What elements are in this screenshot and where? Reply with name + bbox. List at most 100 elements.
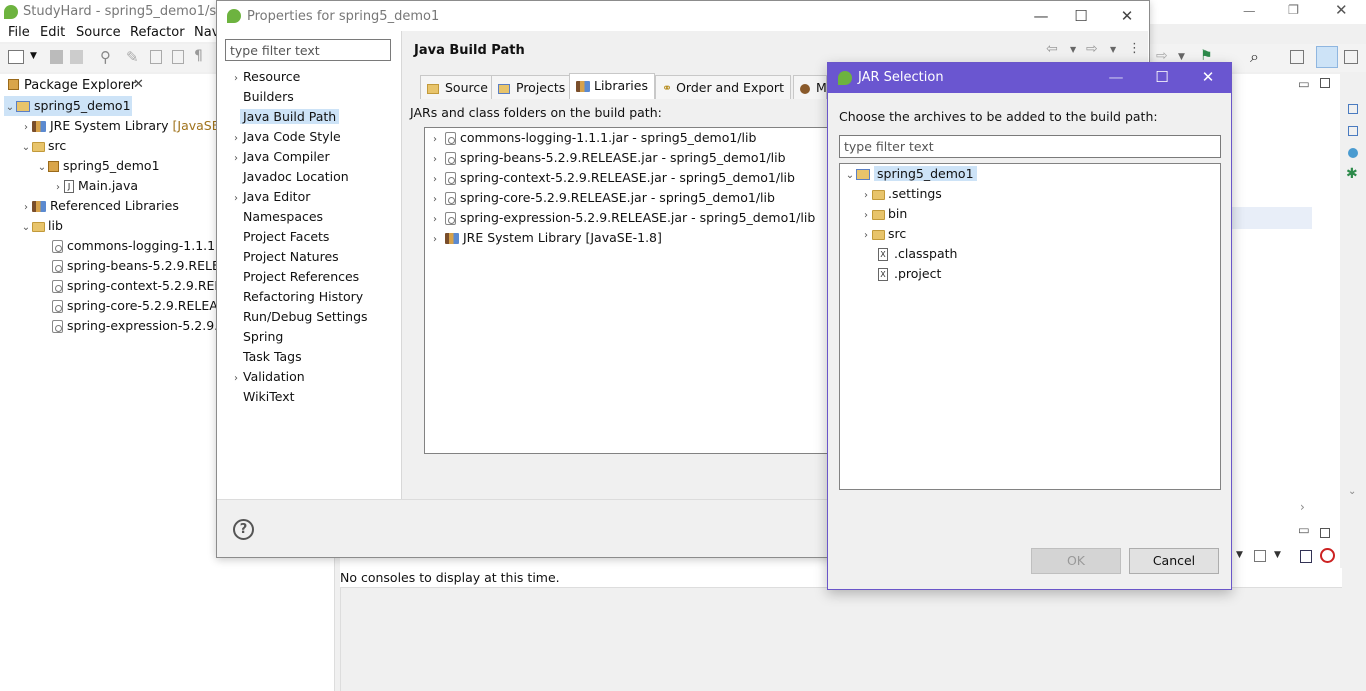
nav-item-validation[interactable]: › Validation <box>229 367 305 387</box>
maximize-view-icon[interactable] <box>1320 528 1330 538</box>
jar-tree-item-classpath[interactable]: X .classpath <box>878 244 957 264</box>
properties-icon[interactable]: ⚲ <box>100 48 111 66</box>
menu-source[interactable]: Source <box>76 25 121 40</box>
library-entry[interactable]: › spring-expression-5.2.9.RELEASE.jar - … <box>429 208 815 228</box>
save-all-icon[interactable] <box>70 50 83 64</box>
menu-edit[interactable]: Edit <box>40 25 65 40</box>
chevron-right-icon[interactable]: › <box>229 369 243 389</box>
minimize-icon[interactable]: — <box>1243 3 1256 18</box>
maximize-icon[interactable]: ☐ <box>1071 7 1091 25</box>
chevron-right-icon[interactable]: › <box>20 118 32 138</box>
nav-item-namespaces[interactable]: Namespaces <box>229 207 323 227</box>
forward-dropdown-icon[interactable]: ▼ <box>1178 52 1185 62</box>
search-icon[interactable]: ⌕ <box>1250 47 1259 67</box>
chevron-down-icon[interactable]: ⌄ <box>36 158 48 178</box>
menu-file[interactable]: File <box>8 25 30 40</box>
tree-item-src[interactable]: ⌄ src <box>20 136 66 156</box>
tree-item-jar[interactable]: commons-logging-1.1.1.j <box>52 236 223 256</box>
dropdown-icon[interactable]: ▼ <box>1274 550 1281 560</box>
nav-item-java-build-path[interactable]: Java Build Path <box>229 107 340 127</box>
minimize-view-icon[interactable]: ▭ <box>1298 76 1310 91</box>
java-perspective-icon[interactable] <box>1316 46 1338 68</box>
chevron-right-icon[interactable]: › <box>229 129 243 149</box>
new-console-icon[interactable] <box>1254 550 1266 562</box>
library-entry[interactable]: › spring-beans-5.2.9.RELEASE.jar - sprin… <box>429 148 786 168</box>
tree-item-project[interactable]: ⌄ spring5_demo1 <box>4 96 132 116</box>
more-icon[interactable]: ⋮ <box>1128 41 1141 56</box>
bug-icon[interactable]: ✱ <box>1346 166 1358 182</box>
chevron-right-icon[interactable]: › <box>429 130 441 150</box>
tree-item-package[interactable]: ⌄ spring5_demo1 <box>36 156 160 176</box>
nav-item-project-natures[interactable]: Project Natures <box>229 247 339 267</box>
nav-item-java-compiler[interactable]: › Java Compiler <box>229 147 330 167</box>
library-entry[interactable]: › JRE System Library [JavaSE-1.8] <box>429 228 662 248</box>
nav-item-java-editor[interactable]: › Java Editor <box>229 187 310 207</box>
forward-dropdown-icon[interactable]: ▼ <box>1110 45 1116 54</box>
chevron-right-icon[interactable]: › <box>860 206 872 226</box>
jar-tree-item-src[interactable]: › src <box>860 224 906 244</box>
back-dropdown-icon[interactable]: ▼ <box>1070 45 1076 54</box>
pilcrow-icon[interactable]: ¶ <box>194 48 203 64</box>
close-icon[interactable]: ✕ <box>1117 7 1137 25</box>
pen-icon[interactable]: ✎ <box>126 48 139 66</box>
tree-item-jar[interactable]: spring-beans-5.2.9.RELEA <box>52 256 228 276</box>
nav-item-project-references[interactable]: Project References <box>229 267 359 287</box>
chevron-right-icon[interactable]: › <box>229 149 243 169</box>
jar-tree-item-bin[interactable]: › bin <box>860 204 907 224</box>
nav-item-spring[interactable]: Spring <box>229 327 283 347</box>
jar-tree-item-settings[interactable]: › .settings <box>860 184 942 204</box>
minimize-icon[interactable]: — <box>1031 7 1051 25</box>
chevron-right-icon[interactable]: › <box>429 210 441 230</box>
page-icon[interactable] <box>150 50 162 64</box>
help-icon[interactable]: ? <box>233 519 254 540</box>
chevron-down-icon[interactable]: ⌄ <box>844 166 856 186</box>
properties-filter-input[interactable] <box>225 39 391 61</box>
tab-order-and-export[interactable]: ⚭ Order and Export <box>655 75 791 99</box>
scroll-right-icon[interactable]: › <box>1300 500 1305 514</box>
maximize-icon[interactable]: ☐ <box>1152 68 1172 86</box>
chevron-right-icon[interactable]: › <box>229 69 243 89</box>
new-icon[interactable] <box>8 50 24 64</box>
save-icon[interactable] <box>50 50 63 64</box>
nav-item-project-facets[interactable]: Project Facets <box>229 227 329 247</box>
tree-item-jar[interactable]: spring-core-5.2.9.RELEAS <box>52 296 226 316</box>
terminate-icon[interactable] <box>1320 548 1335 563</box>
jar-tree-item-project-file[interactable]: X .project <box>878 264 941 284</box>
menu-refactor[interactable]: Refactor <box>130 25 185 40</box>
nav-item-run-debug-settings[interactable]: Run/Debug Settings <box>229 307 368 327</box>
tree-item-jre[interactable]: › JRE System Library [JavaSE- <box>20 116 224 136</box>
chevron-right-icon[interactable]: › <box>229 189 243 209</box>
forward-icon[interactable]: ⇨ <box>1086 41 1098 57</box>
nav-item-refactoring-history[interactable]: Refactoring History <box>229 287 363 307</box>
tree-item-jar[interactable]: spring-context-5.2.9.RELE <box>52 276 229 296</box>
open-perspective-icon[interactable] <box>1290 50 1304 64</box>
tree-item-referenced-libraries[interactable]: › Referenced Libraries <box>20 196 179 216</box>
restore-icon[interactable]: ❐ <box>1288 2 1299 17</box>
chevron-right-icon[interactable]: › <box>860 186 872 206</box>
minimize-view-icon[interactable]: ▭ <box>1298 522 1310 537</box>
chevron-right-icon[interactable]: › <box>429 150 441 170</box>
package-explorer-tab[interactable]: Package Explorer ✕ <box>0 74 150 96</box>
tab-modules[interactable]: M <box>793 75 827 99</box>
jar-filter-input[interactable] <box>839 135 1221 158</box>
tab-libraries[interactable]: Libraries <box>569 73 655 99</box>
chevron-right-icon[interactable]: › <box>860 226 872 246</box>
close-tab-icon[interactable]: ✕ <box>133 77 144 92</box>
chevron-right-icon[interactable]: › <box>20 198 32 218</box>
library-entry[interactable]: › spring-core-5.2.9.RELEASE.jar - spring… <box>429 188 775 208</box>
outline-icon[interactable] <box>1348 104 1358 114</box>
chevron-right-icon[interactable]: › <box>429 170 441 190</box>
chevron-down-icon[interactable]: ⌄ <box>4 98 16 118</box>
tree-item-jar[interactable]: spring-expression-5.2.9.F <box>52 316 225 336</box>
pin-console-icon[interactable] <box>1300 550 1312 563</box>
tab-source[interactable]: Source <box>420 75 495 99</box>
nav-item-wikitext[interactable]: WikiText <box>229 387 295 407</box>
nav-item-task-tags[interactable]: Task Tags <box>229 347 302 367</box>
chevron-right-icon[interactable]: › <box>52 178 64 198</box>
chevron-right-icon[interactable]: › <box>429 230 441 250</box>
ok-button[interactable]: OK <box>1031 548 1121 574</box>
debug-perspective-icon[interactable] <box>1344 50 1358 64</box>
close-icon[interactable]: ✕ <box>1335 1 1348 19</box>
scroll-down-icon[interactable]: ⌄ <box>1348 486 1356 497</box>
minimize-icon[interactable]: — <box>1106 68 1126 86</box>
